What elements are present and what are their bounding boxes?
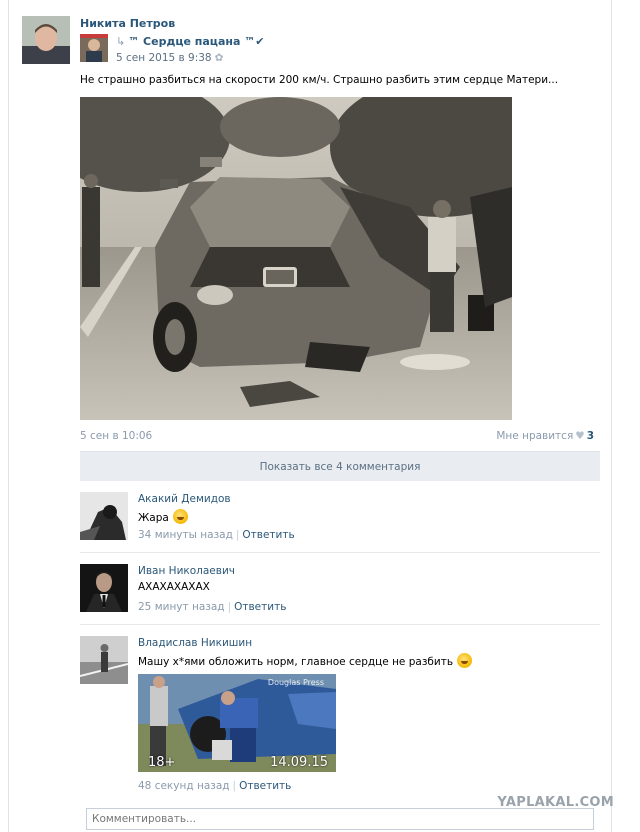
comment-text: Жара: [138, 509, 188, 524]
gear-icon[interactable]: ✿: [215, 52, 224, 64]
like-button[interactable]: Мне нравится ♥ 3: [496, 430, 594, 442]
reply-link[interactable]: Ответить: [239, 780, 291, 792]
comment-meta: 25 минут назад | Ответить: [138, 601, 286, 613]
comment: Акакий Демидов Жара 34 минуты назад | Отве…: [80, 492, 600, 542]
comment-author[interactable]: Владислав Никишин: [138, 637, 252, 649]
comment-author[interactable]: Акакий Демидов: [138, 493, 231, 505]
comment-photo[interactable]: Douglas Press 18+ 14.09.15: [138, 674, 336, 772]
repost-group-name[interactable]: ™ Сердце пацана ™✔: [128, 35, 264, 48]
comment: Иван Николаевич АХАХАХАХАХ 25 минут наза…: [80, 564, 600, 614]
repost-line[interactable]: ↳ ™ Сердце пацана ™✔: [116, 35, 264, 48]
heart-icon: ♥: [575, 430, 585, 442]
repost-date-text: 5 сен 2015 в 9:38: [116, 52, 212, 64]
comment-text-content: Жара: [138, 512, 169, 524]
photo-age-tag: 18+: [148, 755, 176, 770]
laughing-emoji-icon: [172, 509, 188, 524]
repost-group-avatar[interactable]: [80, 34, 108, 62]
comment-time[interactable]: 25 минут назад: [138, 601, 225, 613]
like-count: 3: [586, 430, 594, 442]
reply-link[interactable]: Ответить: [242, 529, 294, 541]
comment-divider: [80, 624, 600, 625]
photo-watermark: Douglas Press: [267, 678, 324, 687]
commenter-avatar[interactable]: [80, 564, 128, 612]
comment-meta: 48 секунд назад | Ответить: [138, 780, 291, 792]
comment-text: Машу х*ями обложить норм, главное сердце…: [138, 653, 473, 668]
show-all-comments-button[interactable]: Показать все 4 комментария: [80, 451, 600, 481]
repost-date[interactable]: 5 сен 2015 в 9:38 ✿: [116, 52, 223, 64]
photo-date-tag: 14.09.15: [270, 755, 328, 770]
separator: |: [235, 529, 240, 541]
like-label: Мне нравится: [496, 430, 574, 442]
author-avatar[interactable]: [22, 16, 70, 64]
comment: Владислав Никишин Машу х*ями обложить но…: [80, 636, 600, 796]
comment-meta: 34 минуты назад | Ответить: [138, 529, 295, 541]
comment-author[interactable]: Иван Николаевич: [138, 565, 235, 577]
comment-time[interactable]: 48 секунд назад: [138, 780, 230, 792]
laughing-emoji-icon: [457, 653, 473, 668]
comment-input[interactable]: Комментировать...: [86, 808, 594, 830]
post-photo[interactable]: [80, 97, 512, 420]
comment-text-content: Машу х*ями обложить норм, главное сердце…: [138, 656, 454, 668]
comment-divider: [80, 552, 600, 553]
share-icon: ↳: [116, 35, 126, 48]
commenter-avatar[interactable]: [80, 636, 128, 684]
commenter-avatar[interactable]: [80, 492, 128, 540]
comment-time[interactable]: 34 минуты назад: [138, 529, 233, 541]
comment-text: АХАХАХАХАХ: [138, 581, 210, 593]
post-text: Не страшно разбиться на скорости 200 км/…: [80, 74, 559, 86]
separator: |: [232, 780, 237, 792]
reply-link[interactable]: Ответить: [234, 601, 286, 613]
separator: |: [227, 601, 232, 613]
author-name[interactable]: Никита Петров: [80, 17, 175, 30]
post-date[interactable]: 5 сен в 10:06: [80, 430, 152, 442]
